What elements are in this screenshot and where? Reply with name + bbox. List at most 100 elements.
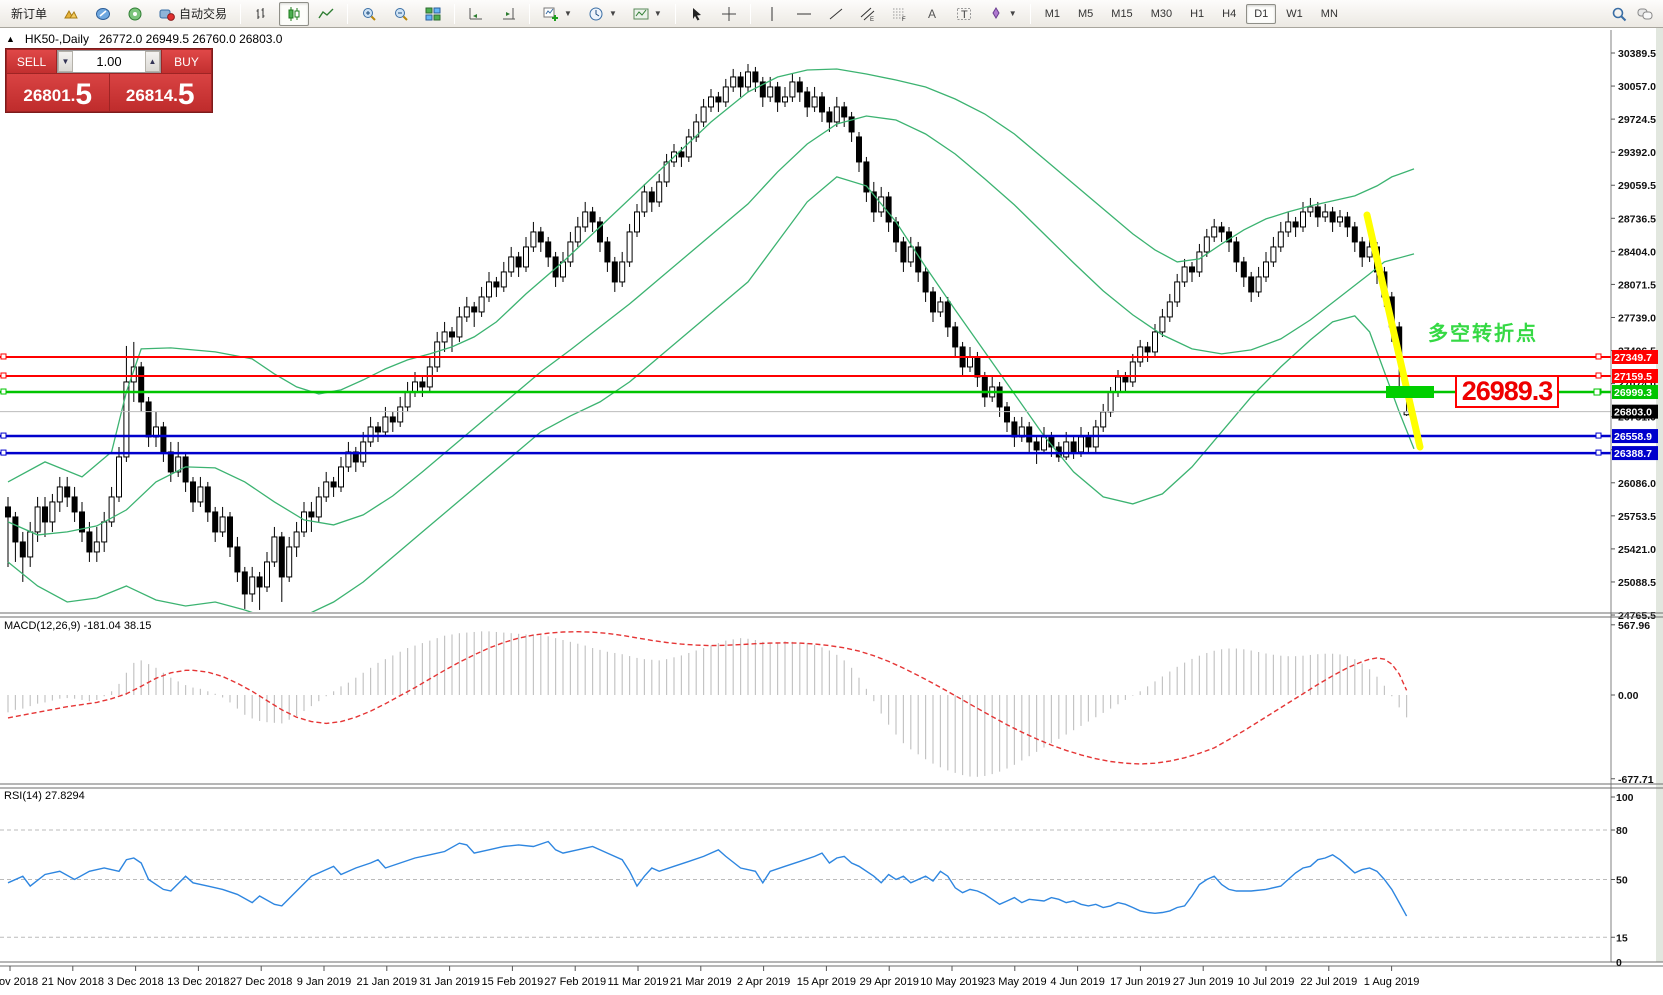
candle bbox=[464, 307, 469, 317]
history-center-icon[interactable] bbox=[56, 2, 86, 26]
candle bbox=[57, 487, 62, 502]
date-label: 9 Nov 2018 bbox=[0, 976, 38, 988]
timeframe-m15[interactable]: M15 bbox=[1103, 4, 1140, 24]
candle bbox=[590, 212, 595, 222]
candle bbox=[975, 357, 980, 377]
candle bbox=[228, 517, 233, 547]
collapse-triangle-icon[interactable]: ▲ bbox=[6, 34, 15, 44]
green-highlight-segment[interactable] bbox=[1386, 386, 1434, 398]
candle bbox=[1123, 377, 1128, 382]
line-handle[interactable] bbox=[1596, 450, 1601, 455]
line-handle[interactable] bbox=[1596, 354, 1601, 359]
equidistant-channel-tool[interactable]: E bbox=[853, 2, 883, 26]
fibonacci-tool[interactable]: F bbox=[885, 2, 915, 26]
bollinger-upper bbox=[8, 69, 1414, 482]
new-chart-icon bbox=[543, 6, 559, 22]
candle bbox=[1027, 427, 1032, 442]
line-chart-mode-button[interactable] bbox=[311, 2, 341, 26]
sell-price-button[interactable]: 26801.5 bbox=[7, 74, 109, 111]
timeframe-w1[interactable]: W1 bbox=[1278, 4, 1311, 24]
candle bbox=[20, 542, 25, 557]
volume-input[interactable] bbox=[73, 51, 145, 72]
chart-shift-button[interactable] bbox=[493, 2, 523, 26]
chat-icon[interactable] bbox=[1637, 6, 1653, 22]
bar-chart-mode-button[interactable] bbox=[247, 2, 277, 26]
zoom-out-button[interactable] bbox=[386, 2, 416, 26]
svg-text:F: F bbox=[902, 17, 906, 22]
line-handle[interactable] bbox=[1596, 373, 1601, 378]
line-handle[interactable] bbox=[1, 373, 6, 378]
tile-windows-button[interactable] bbox=[418, 2, 448, 26]
metaeditor-icon-button[interactable] bbox=[88, 2, 118, 26]
auto-scroll-button[interactable] bbox=[461, 2, 491, 26]
timeframe-m1[interactable]: M1 bbox=[1037, 4, 1068, 24]
trendline-object[interactable] bbox=[1367, 215, 1420, 447]
candle bbox=[968, 357, 973, 367]
candlestick-mode-button[interactable] bbox=[279, 2, 309, 26]
buy-button[interactable]: BUY bbox=[162, 50, 211, 73]
date-label: 21 Mar 2019 bbox=[670, 976, 732, 988]
sell-price-decimal: 5 bbox=[75, 81, 92, 109]
new-chart-button[interactable]: ▼ bbox=[536, 2, 579, 26]
timeframe-m5[interactable]: M5 bbox=[1070, 4, 1101, 24]
candle bbox=[857, 137, 862, 162]
text-label-tool[interactable]: T bbox=[949, 2, 979, 26]
candle bbox=[139, 367, 144, 402]
cursor-tool-button[interactable] bbox=[682, 2, 712, 26]
search-icon[interactable] bbox=[1611, 6, 1627, 22]
candle bbox=[568, 242, 573, 262]
candle bbox=[1182, 267, 1187, 282]
candle bbox=[1241, 262, 1246, 277]
period-button[interactable]: ▼ bbox=[581, 2, 624, 26]
line-handle[interactable] bbox=[1, 450, 6, 455]
candle bbox=[723, 87, 728, 102]
buy-price-button[interactable]: 26814.5 bbox=[110, 74, 212, 111]
timeframe-h4[interactable]: H4 bbox=[1214, 4, 1244, 24]
candle bbox=[1219, 227, 1224, 232]
chart-area: 30389.530057.029724.529392.029059.528736… bbox=[0, 28, 1663, 995]
price-tag-label: 26999.3 bbox=[1614, 387, 1652, 399]
timeframe-d1[interactable]: D1 bbox=[1246, 4, 1276, 24]
editor-icon bbox=[95, 6, 111, 22]
candle bbox=[1345, 217, 1350, 227]
line-handle[interactable] bbox=[1594, 389, 1600, 395]
candle bbox=[272, 537, 277, 562]
chart-canvas[interactable]: 30389.530057.029724.529392.029059.528736… bbox=[0, 28, 1663, 995]
line-handle[interactable] bbox=[1, 354, 6, 359]
shapes-tool[interactable]: ▼ bbox=[981, 2, 1024, 26]
sell-price-main: 26801 bbox=[23, 83, 70, 109]
signal-icon-button[interactable] bbox=[120, 2, 150, 26]
vertical-line-tool[interactable] bbox=[757, 2, 787, 26]
price-callout-label[interactable]: 26989.3 bbox=[1455, 375, 1559, 408]
candle bbox=[1153, 332, 1158, 352]
chart-annotation-text[interactable]: 多空转折点 bbox=[1428, 317, 1538, 346]
line-handle[interactable] bbox=[1596, 433, 1601, 438]
timeframe-m30[interactable]: M30 bbox=[1143, 4, 1180, 24]
toolbar-separator bbox=[347, 4, 348, 24]
horizontal-line-tool[interactable] bbox=[789, 2, 819, 26]
sell-button[interactable]: SELL bbox=[7, 50, 56, 73]
line-handle[interactable] bbox=[1, 389, 6, 394]
auto-trading-button[interactable]: 自动交易 bbox=[152, 1, 234, 26]
price-tick-label: 30057.0 bbox=[1618, 81, 1656, 93]
crosshair-tool-button[interactable] bbox=[714, 2, 744, 26]
timeframe-mn[interactable]: MN bbox=[1313, 4, 1346, 24]
new-order-button[interactable]: 新订单 bbox=[4, 1, 54, 26]
candle bbox=[265, 562, 270, 587]
line-handle[interactable] bbox=[1, 433, 6, 438]
volume-increase-button[interactable]: ▲ bbox=[145, 51, 160, 72]
candle bbox=[168, 452, 173, 472]
timeframe-h1[interactable]: H1 bbox=[1182, 4, 1212, 24]
text-tool[interactable]: A bbox=[917, 2, 947, 26]
candle bbox=[953, 327, 958, 347]
candle bbox=[6, 507, 11, 517]
bollinger-lower bbox=[8, 177, 1414, 620]
template-button[interactable]: ▼ bbox=[626, 2, 669, 26]
volume-decrease-button[interactable]: ▼ bbox=[58, 51, 73, 72]
horizontal-line-icon bbox=[796, 6, 812, 22]
buy-price-main: 26814 bbox=[126, 83, 173, 109]
trendline-tool[interactable] bbox=[821, 2, 851, 26]
zoom-in-button[interactable] bbox=[354, 2, 384, 26]
candle bbox=[1330, 212, 1335, 222]
candle bbox=[390, 417, 395, 422]
